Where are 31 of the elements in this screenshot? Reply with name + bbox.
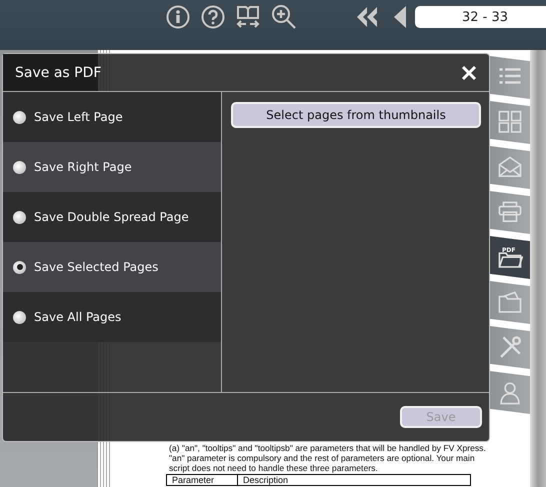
radio-button[interactable] — [13, 310, 26, 324]
table-header-cell: Description — [238, 474, 470, 486]
radio-button[interactable] — [13, 160, 26, 174]
radio-button[interactable] — [13, 210, 26, 224]
info-icon[interactable] — [166, 5, 190, 29]
body-paragraph: (a) "an", "tooltips" and "tooltipsb" are parameters that will be handled by FV Xpress. "an" parameter is compulsory and the rest of parameters are optional. Your main script does not need to handle these three parameters. — [169, 443, 487, 473]
side-tab[interactable] — [490, 101, 530, 144]
first-page-icon[interactable] — [355, 5, 379, 29]
select-thumbnails-button[interactable]: Select pages from thumbnails — [231, 102, 481, 128]
option-label[interactable]: Save All Pages — [34, 310, 122, 324]
side-tab[interactable] — [490, 371, 530, 414]
side-tab[interactable] — [490, 56, 530, 99]
close-icon[interactable] — [461, 64, 477, 80]
table-header-cell: Parameter — [166, 474, 238, 486]
option-label[interactable]: Save Right Page — [34, 160, 132, 174]
option-label[interactable]: Save Selected Pages — [34, 260, 158, 274]
side-tab[interactable] — [490, 326, 530, 369]
radio-button[interactable] — [13, 110, 26, 124]
side-tab[interactable] — [490, 146, 530, 189]
previous-page-icon[interactable] — [393, 5, 407, 29]
page-number-field[interactable]: 32 - 33 — [415, 6, 546, 28]
side-tab[interactable] — [490, 191, 530, 234]
option-label[interactable]: Save Double Spread Page — [34, 210, 189, 224]
folder-icon — [497, 290, 523, 316]
option-label[interactable]: Save Left Page — [34, 110, 123, 124]
grid-icon — [497, 110, 523, 136]
side-tab[interactable] — [490, 281, 530, 324]
help-icon[interactable] — [201, 5, 225, 29]
radio-button[interactable] — [13, 260, 26, 274]
book-arrows-icon[interactable] — [236, 4, 260, 30]
zoom-in-icon[interactable] — [271, 4, 297, 30]
